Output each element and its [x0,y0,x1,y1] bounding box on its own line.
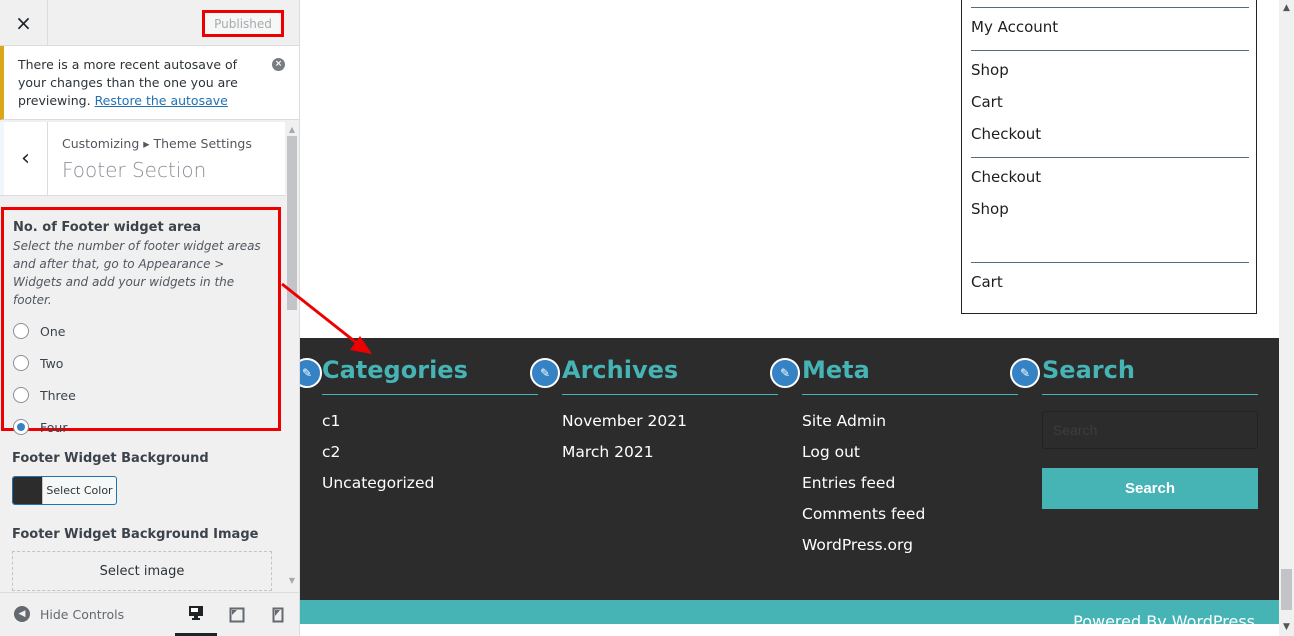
dropdown-menu: My Account Shop Cart Checkout Checkout S… [961,0,1257,314]
meta-list: Site Admin Log out Entries feed Comments… [802,412,925,567]
radio-button[interactable] [13,355,29,371]
widget-title: Search [1042,356,1135,384]
chevron-left-icon: ‹ [21,146,30,171]
customizer-header: × Published [0,0,299,46]
radio-label: One [40,323,66,339]
close-customizer-button[interactable]: × [0,0,48,46]
select-image-button[interactable]: Select image [12,551,272,591]
control-description: Select the number of footer widget areas… [13,239,261,307]
dismiss-notice-icon[interactable]: × [272,58,285,71]
desktop-icon [189,606,203,620]
menu-item-checkout-2[interactable]: Checkout [971,168,1041,186]
published-button[interactable]: Published [202,10,284,37]
customizer-footer: ◀ Hide Controls [0,592,299,636]
sidebar-scrollbar[interactable]: ▲ ▼ [285,122,299,592]
section-header: ‹ Customizing ▸ Theme Settings Footer Se… [0,122,285,196]
restore-autosave-link[interactable]: Restore the autosave [95,93,228,108]
radio-option-two[interactable]: Two [13,347,269,379]
scroll-thumb[interactable] [287,136,297,310]
menu-item-my-account[interactable]: My Account [971,18,1058,36]
list-item[interactable]: November 2021 [562,412,687,443]
scroll-down-icon[interactable]: ▼ [1281,622,1292,632]
footer-bg-label: Footer Widget Background [12,451,209,466]
mobile-icon [272,607,284,623]
copyright-bar: Powered By WordPress [300,600,1279,624]
preview-scrollbar[interactable]: ▲ ▼ [1279,0,1294,636]
widget-title-rule [1042,394,1258,395]
list-item[interactable]: Log out [802,443,925,474]
scroll-thumb[interactable] [1281,569,1292,610]
close-icon: × [15,11,32,35]
hide-controls-button[interactable]: ◀ Hide Controls [14,606,124,622]
radio-button-checked[interactable] [13,419,29,435]
menu-divider [971,262,1249,263]
menu-divider [971,7,1249,8]
pencil-icon[interactable]: ✎ [300,358,322,388]
scroll-up-icon[interactable]: ▲ [287,125,297,135]
copyright-text: Powered By WordPress [1073,612,1255,624]
pencil-icon[interactable]: ✎ [770,358,800,388]
customizer-sidebar: × Published There is a more recent autos… [0,0,300,636]
radio-label: Four [40,419,68,435]
footer-widgets-area: ✎ Categories c1 c2 Uncategorized ✎ Archi… [300,338,1279,600]
menu-item-cart[interactable]: Cart [971,93,1003,111]
widget-title-rule [802,394,1018,395]
widget-title: Meta [802,356,870,384]
section-title: Footer Section [62,158,207,182]
breadcrumb: Customizing ▸ Theme Settings [62,136,252,151]
color-swatch [13,477,43,504]
device-mobile-button[interactable] [257,593,299,636]
menu-item-shop[interactable]: Shop [971,61,1009,79]
widget-title: Categories [322,356,468,384]
category-list: c1 c2 Uncategorized [322,412,434,505]
radio-option-three[interactable]: Three [13,379,269,411]
menu-item-cart-2[interactable]: Cart [971,273,1003,291]
radio-button[interactable] [13,387,29,403]
search-button[interactable]: Search [1042,468,1258,509]
list-item[interactable]: Uncategorized [322,474,434,505]
collapse-arrow-icon: ◀ [14,606,30,622]
autosave-notice: There is a more recent autosave of your … [0,46,299,120]
menu-divider [971,157,1249,158]
menu-item-checkout[interactable]: Checkout [971,125,1041,143]
list-item[interactable]: Comments feed [802,505,925,536]
menu-item-shop-2[interactable]: Shop [971,200,1009,218]
widget-area-radio-group: One Two Three Four [13,315,269,443]
search-input[interactable] [1042,411,1258,449]
radio-option-one[interactable]: One [13,315,269,347]
widget-title-rule [562,394,778,395]
list-item[interactable]: c2 [322,443,434,474]
select-color-button[interactable]: Select Color [12,476,117,505]
radio-label: Two [40,355,64,371]
select-color-label: Select Color [46,484,113,497]
footer-widget-area-control: No. of Footer widget area Select the num… [1,207,281,435]
device-tablet-button[interactable] [216,593,258,636]
control-title: No. of Footer widget area [13,220,201,235]
pencil-icon[interactable]: ✎ [530,358,560,388]
widget-title-rule [322,394,538,395]
back-button[interactable]: ‹ [0,122,48,195]
list-item[interactable]: WordPress.org [802,536,925,567]
widget-title: Archives [562,356,679,384]
scroll-down-icon[interactable]: ▼ [287,576,297,586]
hide-controls-label: Hide Controls [40,606,125,622]
pencil-icon[interactable]: ✎ [1010,358,1040,388]
footer-bg-image-label: Footer Widget Background Image [12,527,259,542]
list-item[interactable]: March 2021 [562,443,687,474]
radio-label: Three [40,387,76,403]
radio-option-four[interactable]: Four [13,411,269,443]
list-item[interactable]: c1 [322,412,434,443]
site-preview: My Account Shop Cart Checkout Checkout S… [300,0,1279,636]
archive-list: November 2021 March 2021 [562,412,687,474]
list-item[interactable]: Entries feed [802,474,925,505]
scroll-up-icon[interactable]: ▲ [1281,3,1292,13]
radio-button[interactable] [13,323,29,339]
device-desktop-button[interactable] [175,593,217,636]
list-item[interactable]: Site Admin [802,412,925,443]
menu-divider [971,50,1249,51]
tablet-icon [229,607,245,623]
